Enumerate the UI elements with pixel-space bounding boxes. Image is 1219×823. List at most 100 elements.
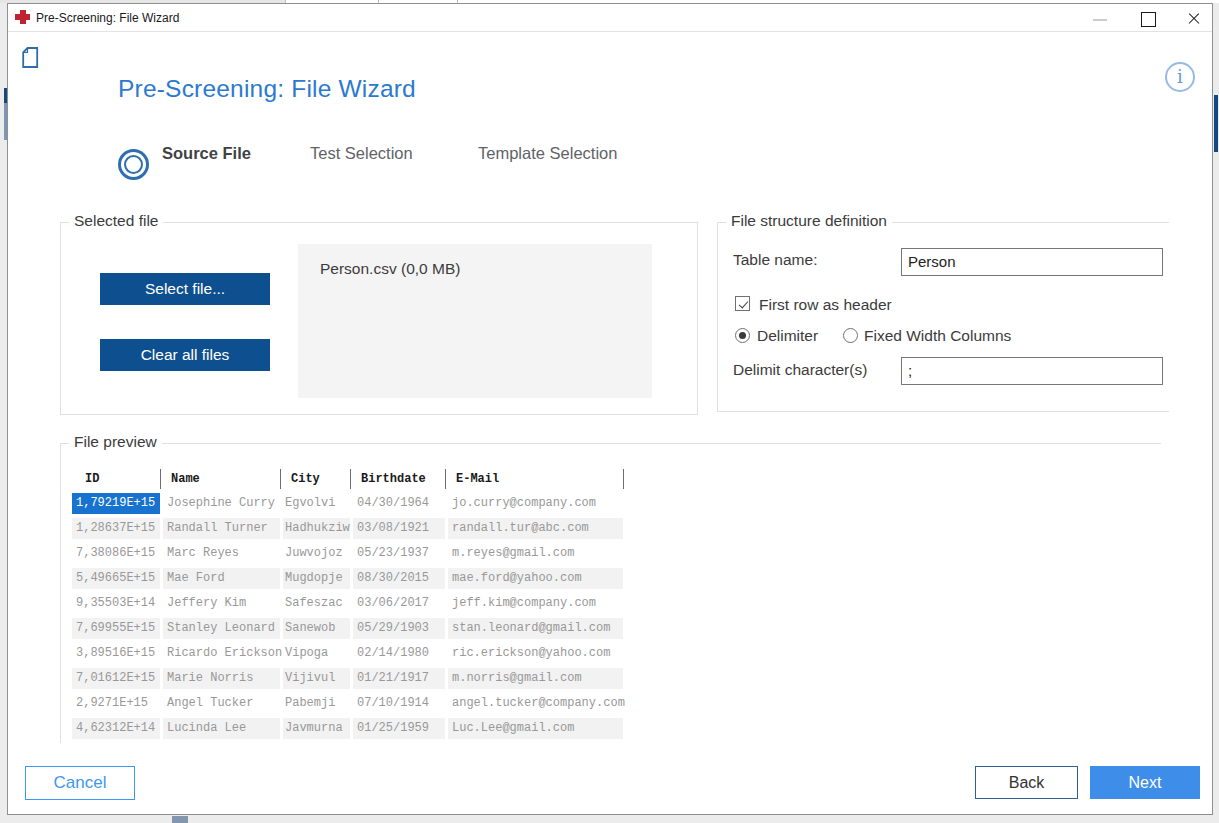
table-cell[interactable]: 7,01612E+15 — [72, 668, 160, 689]
preview-column-header[interactable]: E-Mail — [448, 469, 623, 490]
table-cell[interactable]: Marc Reyes — [163, 543, 280, 564]
title-bar: Pre-Screening: File Wizard — [8, 4, 1212, 32]
table-cell[interactable]: Javmurna — [283, 718, 350, 739]
table-cell[interactable]: Josephine Curry — [163, 493, 280, 514]
table-row: 7,38086E+15Marc ReyesJuwvojoz05/23/1937m… — [72, 541, 626, 566]
table-cell[interactable]: 05/23/1937 — [353, 543, 445, 564]
column-separator — [280, 469, 281, 489]
table-cell[interactable]: Mae Ford — [163, 568, 280, 589]
table-cell[interactable]: 1,79219E+15 — [72, 493, 160, 514]
table-cell[interactable]: Hadhukziw — [283, 518, 350, 539]
preview-column-header[interactable]: City — [283, 469, 350, 490]
next-button[interactable]: Next — [1090, 766, 1200, 799]
table-name-label: Table name: — [733, 251, 817, 269]
delimit-char-input[interactable]: ; — [901, 357, 1163, 385]
preview-column-header[interactable]: Name — [163, 469, 280, 490]
table-cell[interactable]: Randall Turner — [163, 518, 280, 539]
maximize-button[interactable] — [1132, 4, 1162, 32]
table-row: 7,69955E+15Stanley LeonardSanewob05/29/1… — [72, 616, 626, 641]
table-name-input[interactable]: Person — [901, 248, 1163, 276]
table-cell[interactable]: mae.ford@yahoo.com — [448, 568, 623, 589]
table-cell[interactable]: Safeszac — [283, 593, 350, 614]
table-cell[interactable]: 08/30/2015 — [353, 568, 445, 589]
table-cell[interactable]: Lucinda Lee — [163, 718, 280, 739]
select-file-button[interactable]: Select file... — [100, 273, 270, 305]
table-cell[interactable]: Ricardo Erickson — [163, 643, 280, 664]
step-indicator-icon — [118, 149, 149, 180]
table-cell[interactable]: Stanley Leonard — [163, 618, 280, 639]
table-cell[interactable]: stan.leonard@gmail.com — [448, 618, 623, 639]
clear-all-files-button[interactable]: Clear all files — [100, 339, 270, 371]
table-cell[interactable]: 7,38086E+15 — [72, 543, 160, 564]
app-cross-icon — [15, 10, 30, 24]
table-cell[interactable]: Jeffery Kim — [163, 593, 280, 614]
table-cell[interactable]: 07/10/1914 — [353, 693, 445, 714]
table-cell[interactable]: jeff.kim@company.com — [448, 593, 623, 614]
table-cell[interactable]: Pabemji — [283, 693, 350, 714]
preview-column-header[interactable]: ID — [72, 469, 160, 490]
table-row: 9,35503E+14Jeffery KimSafeszac03/06/2017… — [72, 591, 626, 616]
table-row: 4,62312E+14Lucinda LeeJavmurna01/25/1959… — [72, 716, 626, 741]
table-cell[interactable]: Angel Tucker — [163, 693, 280, 714]
table-cell[interactable]: 01/25/1959 — [353, 718, 445, 739]
table-cell[interactable]: Marie Norris — [163, 668, 280, 689]
table-cell[interactable]: angel.tucker@company.com — [448, 693, 623, 714]
table-cell[interactable]: Egvolvi — [283, 493, 350, 514]
back-button[interactable]: Back — [975, 766, 1078, 799]
table-cell[interactable]: 02/14/1980 — [353, 643, 445, 664]
minimize-button[interactable] — [1088, 4, 1118, 32]
column-separator — [445, 469, 446, 489]
document-icon — [22, 47, 39, 68]
close-button[interactable] — [1178, 4, 1210, 32]
table-cell[interactable]: 03/08/1921 — [353, 518, 445, 539]
column-separator — [160, 469, 161, 489]
table-cell[interactable]: Mugdopje — [283, 568, 350, 589]
table-row: 7,01612E+15Marie NorrisVijivul01/21/1917… — [72, 666, 626, 691]
table-cell[interactable]: Sanewob — [283, 618, 350, 639]
fixed-width-radio[interactable] — [843, 328, 858, 343]
fixed-width-label: Fixed Width Columns — [864, 327, 1011, 345]
background-accent — [1214, 95, 1218, 152]
step-source-file: Source File — [162, 144, 251, 163]
info-icon[interactable]: i — [1165, 62, 1195, 92]
table-cell[interactable]: 1,28637E+15 — [72, 518, 160, 539]
selected-file-legend: Selected file — [69, 212, 163, 230]
file-structure-legend: File structure definition — [726, 212, 892, 230]
page-title: Pre-Screening: File Wizard — [118, 75, 416, 103]
table-cell[interactable]: randall.tur@abc.com — [448, 518, 623, 539]
table-row: 2,9271E+15Angel TuckerPabemji07/10/1914a… — [72, 691, 626, 716]
step-test-selection: Test Selection — [310, 144, 413, 163]
column-separator — [623, 469, 624, 489]
table-cell[interactable]: Vijivul — [283, 668, 350, 689]
table-row: 1,79219E+15Josephine CurryEgvolvi04/30/1… — [72, 491, 626, 516]
table-cell[interactable]: 2,9271E+15 — [72, 693, 160, 714]
table-cell[interactable]: 03/06/2017 — [353, 593, 445, 614]
table-cell[interactable]: 01/21/1917 — [353, 668, 445, 689]
cancel-button[interactable]: Cancel — [25, 766, 135, 800]
selected-file-name: Person.csv (0,0 MB) — [320, 260, 460, 278]
first-row-checkbox[interactable] — [735, 296, 750, 311]
table-cell[interactable]: m.norris@gmail.com — [448, 668, 623, 689]
table-row: 1,28637E+15Randall TurnerHadhukziw03/08/… — [72, 516, 626, 541]
window-title: Pre-Screening: File Wizard — [36, 11, 179, 25]
table-cell[interactable]: 3,89516E+15 — [72, 643, 160, 664]
preview-column-header[interactable]: Birthdate — [353, 469, 445, 490]
table-cell[interactable]: m.reyes@gmail.com — [448, 543, 623, 564]
dialog-window: Pre-Screening: File Wizard Pre-Screening… — [7, 3, 1213, 815]
delimiter-radio[interactable] — [735, 328, 750, 343]
table-cell[interactable]: 4,62312E+14 — [72, 718, 160, 739]
table-row: 3,89516E+15Ricardo EricksonVipoga02/14/1… — [72, 641, 626, 666]
preview-header-row: IDNameCityBirthdateE-Mail — [72, 467, 626, 491]
table-cell[interactable]: 5,49665E+15 — [72, 568, 160, 589]
table-cell[interactable]: Juwvojoz — [283, 543, 350, 564]
table-cell[interactable]: Luc.Lee@gmail.com — [448, 718, 623, 739]
file-preview-legend: File preview — [69, 433, 162, 451]
table-cell[interactable]: 04/30/1964 — [353, 493, 445, 514]
table-cell[interactable]: Vipoga — [283, 643, 350, 664]
delimit-char-label: Delimit character(s) — [733, 361, 867, 379]
table-cell[interactable]: 05/29/1903 — [353, 618, 445, 639]
table-cell[interactable]: jo.curry@company.com — [448, 493, 623, 514]
table-cell[interactable]: ric.erickson@yahoo.com — [448, 643, 623, 664]
table-cell[interactable]: 9,35503E+14 — [72, 593, 160, 614]
table-cell[interactable]: 7,69955E+15 — [72, 618, 160, 639]
